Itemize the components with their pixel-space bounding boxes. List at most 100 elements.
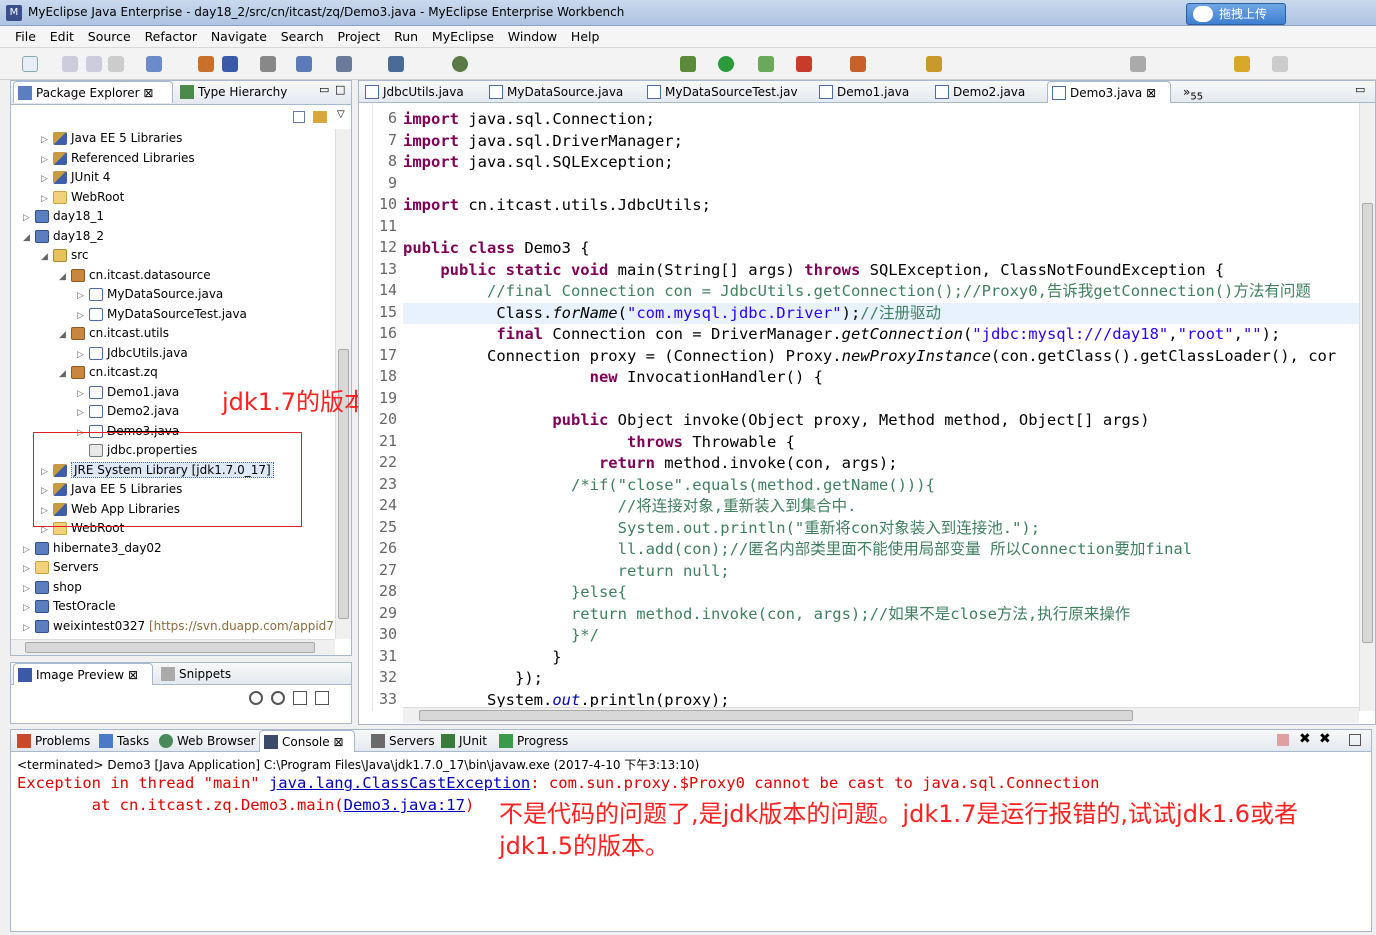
open-resource-icon[interactable] [222, 56, 238, 72]
tree-item[interactable]: ▷ weixintest0327 [https://svn.duapp.com/a… [23, 617, 349, 636]
tab-progress[interactable]: Progress [495, 730, 574, 752]
collapse-all-icon[interactable] [293, 111, 305, 123]
tree-item[interactable]: ▷ hibernate3_day02 [23, 539, 162, 558]
menu-window[interactable]: Window [503, 26, 562, 47]
tree-item[interactable]: ▷ Demo2.java [77, 402, 179, 421]
menu-refactor[interactable]: Refactor [140, 26, 202, 47]
tab-tasks[interactable]: Tasks [95, 730, 155, 752]
tab-junit[interactable]: JUnit [437, 730, 493, 752]
deploy-icon[interactable] [296, 56, 312, 72]
menu-navigate[interactable]: Navigate [206, 26, 272, 47]
tab-overflow[interactable]: »55 [1177, 81, 1209, 103]
menu-search[interactable]: Search [276, 26, 329, 47]
tab-jdbcutils[interactable]: JdbcUtils.java [361, 81, 470, 103]
tree-item[interactable]: ▷ shop [23, 578, 82, 597]
menu-file[interactable]: File [10, 26, 41, 47]
tree-item[interactable]: ▷ MyDataSource.java [77, 285, 223, 304]
tab-type-hierarchy-label: Type Hierarchy [198, 85, 288, 99]
tab-problems[interactable]: Problems [13, 730, 96, 752]
editor-vertical-scrollbar[interactable] [1359, 103, 1375, 711]
code-text[interactable]: import java.sql.Connection; import java.… [403, 109, 1336, 711]
tree-item[interactable]: ▷ Java EE 5 Libraries [41, 129, 182, 148]
exception-link[interactable]: java.lang.ClassCastException [269, 774, 530, 792]
editor-horizontal-scrollbar[interactable] [403, 707, 1359, 723]
debug-icon[interactable] [680, 56, 696, 72]
web-icon[interactable] [850, 56, 866, 72]
tool-icon[interactable] [336, 56, 352, 72]
zoom-in-icon[interactable] [249, 691, 263, 705]
tree-item[interactable]: ◢ cn.itcast.datasource [59, 266, 211, 285]
minimize-icon[interactable]: ▭ [1355, 83, 1365, 96]
menu-help[interactable]: Help [566, 26, 605, 47]
close-icon[interactable]: ⊠ [143, 86, 153, 100]
tab-demo3[interactable]: Demo3.java ⊠ [1047, 81, 1171, 103]
browser-icon[interactable] [926, 56, 942, 72]
tab-demo1[interactable]: Demo1.java [815, 81, 915, 103]
tab-console[interactable]: Console ⊠ [259, 730, 355, 752]
annotation-icon[interactable] [1130, 56, 1146, 72]
close-icon[interactable]: ⊠ [333, 735, 343, 749]
globe-icon[interactable] [452, 56, 468, 72]
scroll-thumb[interactable] [1362, 203, 1373, 643]
open-type-icon[interactable] [198, 56, 214, 72]
image-preview-tabs: Image Preview ⊠ Snippets [11, 663, 351, 685]
back-icon[interactable] [1234, 56, 1250, 72]
tree-item[interactable]: ▷ JdbcUtils.java [77, 344, 188, 363]
close-icon[interactable]: ⊠ [128, 668, 138, 682]
remove-launch-icon[interactable]: ✖ [1299, 731, 1311, 747]
terminate-icon[interactable] [1277, 734, 1289, 746]
new-icon[interactable] [22, 56, 38, 72]
save-icon[interactable] [62, 56, 78, 72]
actual-size-icon[interactable] [293, 691, 307, 705]
tree-horizontal-scrollbar[interactable] [11, 639, 335, 655]
print-icon[interactable] [108, 56, 124, 72]
minimize-icon[interactable]: ▭ [319, 83, 329, 96]
zoom-out-icon[interactable] [271, 691, 285, 705]
new-project-icon[interactable] [146, 56, 162, 72]
tab-servers[interactable]: Servers [367, 730, 441, 752]
run-icon[interactable] [718, 56, 734, 72]
tab-demo2[interactable]: Demo2.java [931, 81, 1031, 103]
tab-image-preview[interactable]: Image Preview ⊠ [13, 663, 153, 685]
menu-project[interactable]: Project [333, 26, 386, 47]
search-icon[interactable] [388, 56, 404, 72]
tab-snippets[interactable]: Snippets [157, 663, 237, 685]
tree-item[interactable]: ◢ day18_2 [23, 227, 104, 246]
link-editor-icon[interactable] [313, 111, 327, 123]
view-menu-icon[interactable]: ▽ [337, 109, 345, 120]
server-icon[interactable] [260, 56, 276, 72]
tree-item[interactable]: ▷ JUnit 4 [41, 168, 110, 187]
tree-item[interactable]: ▷ WebRoot [41, 188, 124, 207]
stack-trace-link[interactable]: Demo3.java:17 [344, 796, 465, 814]
tree-item[interactable]: ▷ TestOracle [23, 597, 116, 616]
tree-item[interactable]: ▷ MyDataSourceTest.java [77, 305, 247, 324]
forward-icon[interactable] [1272, 56, 1288, 72]
tree-item[interactable]: ◢ src [41, 246, 89, 265]
scroll-thumb[interactable] [25, 642, 315, 653]
tab-mydatasource[interactable]: MyDataSource.java [485, 81, 629, 103]
copy-icon[interactable] [1349, 734, 1361, 746]
tab-mydatasourcetest[interactable]: MyDataSourceTest.jav [643, 81, 804, 103]
maximize-icon[interactable]: □ [335, 83, 345, 96]
menu-run[interactable]: Run [389, 26, 423, 47]
menu-myeclipse[interactable]: MyEclipse [427, 26, 499, 47]
tree-item[interactable]: ▷ Servers [23, 558, 99, 577]
external-tools-icon[interactable] [796, 56, 812, 72]
tree-item[interactable]: ▷ day18_1 [23, 207, 104, 226]
scroll-thumb[interactable] [419, 710, 1133, 721]
save-all-icon[interactable] [86, 56, 102, 72]
tab-web-browser[interactable]: Web Browser [155, 730, 262, 752]
tab-type-hierarchy[interactable]: Type Hierarchy [176, 81, 293, 103]
close-icon[interactable]: ⊠ [1146, 86, 1156, 100]
fit-icon[interactable] [315, 691, 329, 705]
menu-source[interactable]: Source [83, 26, 136, 47]
remove-all-icon[interactable]: ✖ [1319, 731, 1331, 747]
upload-button[interactable]: 拖拽上传 [1186, 3, 1286, 25]
tree-item[interactable]: ◢ cn.itcast.zq [59, 363, 158, 382]
menu-edit[interactable]: Edit [45, 26, 79, 47]
tree-item[interactable]: ▷ Referenced Libraries [41, 149, 195, 168]
coverage-icon[interactable] [758, 56, 774, 72]
tree-item[interactable]: ◢ cn.itcast.utils [59, 324, 169, 343]
tab-package-explorer[interactable]: Package Explorer ⊠ [13, 81, 173, 103]
tree-item[interactable]: ▷ Demo1.java [77, 383, 179, 402]
